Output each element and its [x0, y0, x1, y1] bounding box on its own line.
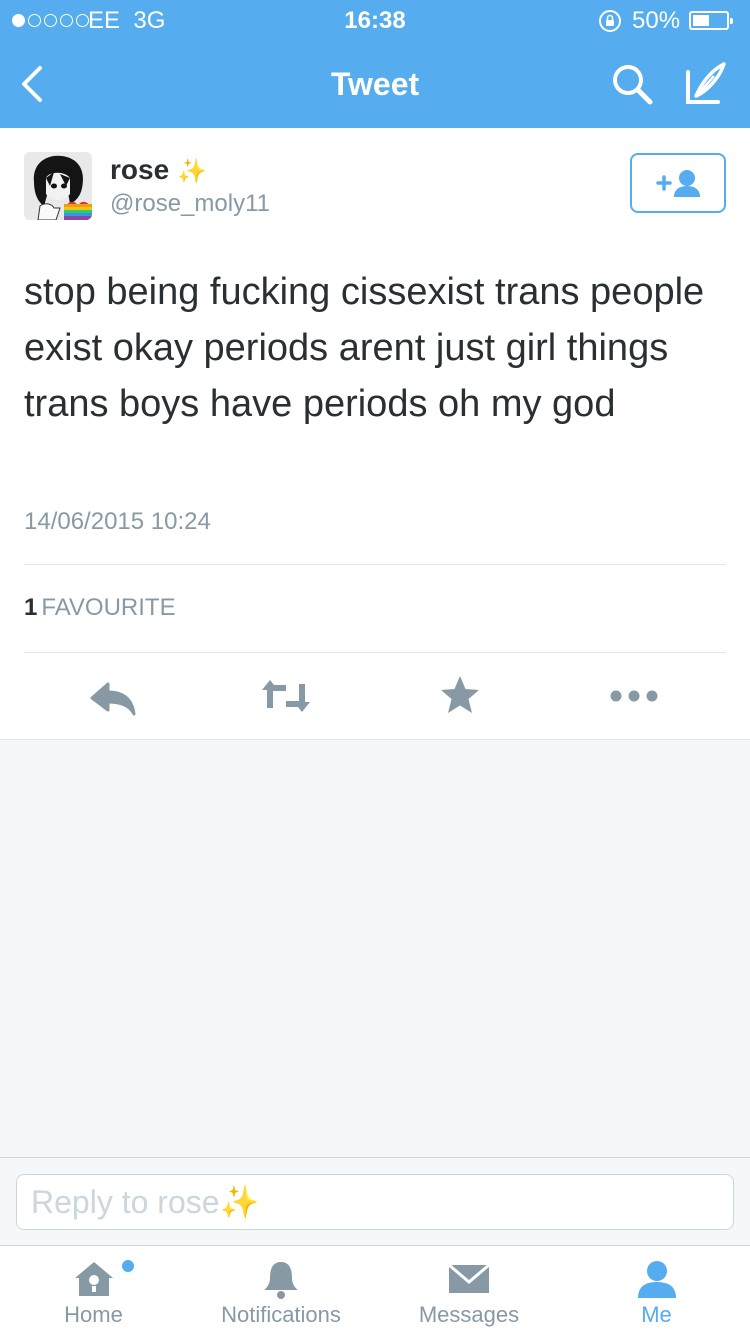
tab-label: Me — [641, 1302, 672, 1327]
tab-notifications[interactable]: Notifications — [187, 1246, 375, 1334]
reply-icon[interactable] — [86, 668, 142, 724]
battery-icon — [689, 11, 733, 30]
search-icon[interactable] — [608, 60, 656, 108]
status-bar: EE 3G 16:38 50% — [0, 0, 750, 40]
display-name-text: rose — [110, 154, 170, 185]
divider — [24, 564, 726, 565]
user-display-name[interactable]: rose ✨ — [110, 154, 207, 186]
retweet-icon[interactable] — [258, 668, 314, 724]
tweet-text: stop being fucking cissexist trans peopl… — [24, 271, 705, 425]
envelope-icon — [446, 1256, 492, 1302]
person-icon — [634, 1256, 680, 1302]
bell-icon — [258, 1256, 304, 1302]
battery-percent: 50% — [632, 7, 681, 34]
rotation-lock-icon — [597, 9, 623, 40]
favourites-count: 1 — [24, 594, 38, 621]
user-handle[interactable]: @rose_moly11 — [110, 190, 270, 218]
tab-home[interactable]: Home — [0, 1246, 187, 1334]
battery-tip — [730, 18, 733, 24]
tweet-detail: rose ✨ @rose_moly11 stop being fucking c… — [0, 128, 750, 740]
new-tweets-dot — [122, 1260, 134, 1272]
reply-input[interactable] — [16, 1174, 734, 1230]
follow-button[interactable] — [630, 153, 726, 213]
tab-bar: Home Notifications Messages Me — [0, 1245, 750, 1334]
favourites-stat[interactable]: 1 FAVOURITE — [24, 594, 176, 622]
sparkles-emoji: ✨ — [176, 158, 207, 185]
compose-icon[interactable] — [680, 58, 730, 108]
top-bar: EE 3G 16:38 50% Tweet — [0, 0, 750, 128]
tab-label: Messages — [418, 1302, 520, 1327]
favourites-label: FAVOURITE — [41, 594, 176, 621]
tab-label: Home — [64, 1302, 123, 1327]
avatar[interactable] — [24, 152, 92, 220]
tab-me[interactable]: Me — [563, 1246, 750, 1334]
favourite-star-icon[interactable] — [432, 668, 488, 724]
battery-fill — [693, 15, 709, 26]
add-user-icon — [656, 170, 700, 197]
tweet-timestamp: 14/06/2015 10:24 — [24, 508, 211, 535]
divider — [24, 652, 726, 653]
home-icon — [71, 1256, 117, 1302]
tab-label: Notifications — [221, 1302, 341, 1327]
more-icon[interactable] — [606, 668, 662, 724]
reply-bar — [0, 1157, 750, 1245]
tab-messages[interactable]: Messages — [375, 1246, 563, 1334]
